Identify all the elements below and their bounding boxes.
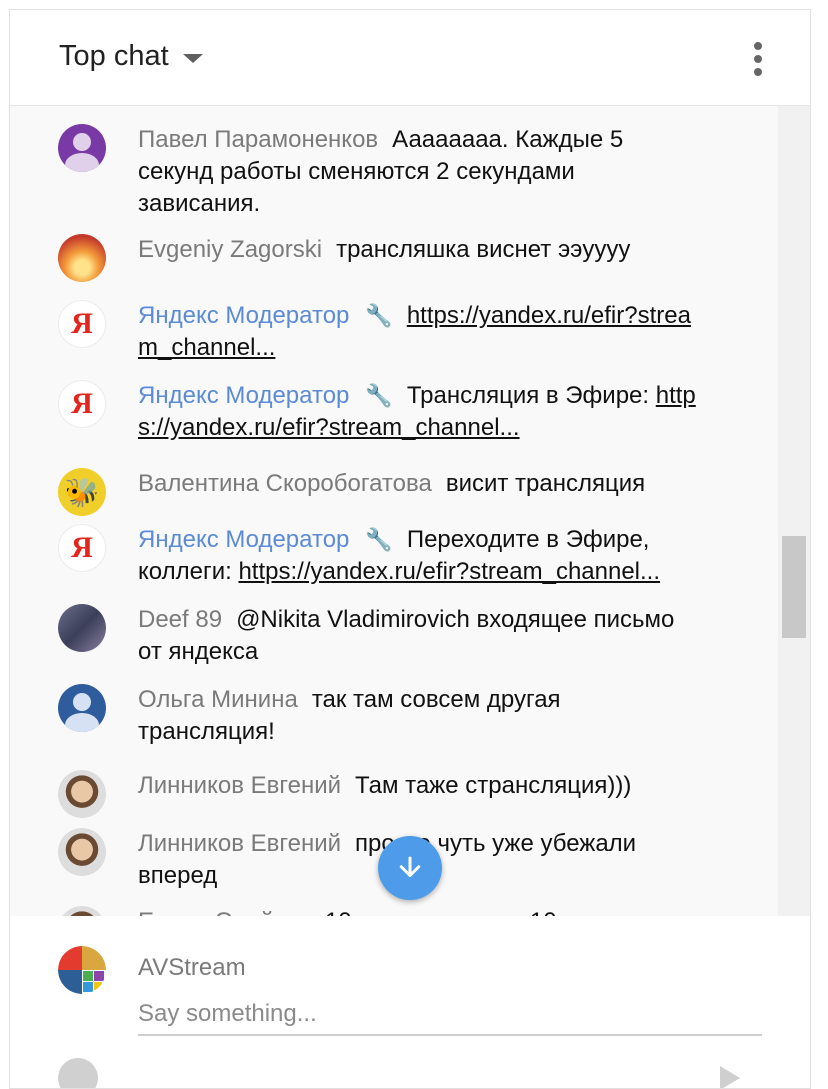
message-text: Линников Евгений Там таже странсляция))) [138, 770, 698, 802]
composer-author: AVStream [138, 954, 246, 981]
message-text: Ольга Минина так там совсем другая трансл… [138, 684, 698, 748]
avatar[interactable] [58, 684, 106, 732]
avatar[interactable] [58, 234, 106, 282]
list-item: Ольга Минина так там совсем другая трансл… [58, 684, 698, 748]
yandex-logo: Я [71, 387, 93, 420]
scrollbar[interactable] [778, 106, 810, 916]
list-item: Evgeniy Zagorski трансляшка виснет ээуууу [58, 234, 698, 282]
list-item: Я Яндекс Модератор 🔧 https://yandex.ru/efi… [58, 300, 698, 364]
message-author[interactable]: Яндекс Модератор [138, 302, 349, 329]
list-item: Я Яндекс Модератор 🔧 Переходите в Эфире, к… [58, 524, 698, 588]
chat-message-input[interactable] [138, 994, 762, 1036]
message-body: Трансляция в Эфире: [406, 382, 656, 409]
scroll-to-bottom-button[interactable] [378, 836, 442, 900]
message-body: трансляшка виснет ээуууу [336, 236, 631, 263]
message-text: Елена Олейник 10 сек слушаешь, 10 сек [138, 906, 698, 916]
message-text: Deef 89 @Nikita Vladimirovich входящее пи… [138, 604, 698, 668]
message-author[interactable]: Deef 89 [138, 606, 222, 633]
avatar[interactable]: 🐝 [58, 468, 106, 516]
caret-down-icon [182, 54, 203, 63]
scrollbar-thumb[interactable] [782, 536, 806, 638]
message-text: Яндекс Модератор 🔧 https://yandex.ru/efir?… [138, 300, 698, 364]
list-item: Павел Парамоненков Ааааааaа. Каждые 5 сек… [58, 124, 698, 220]
send-icon[interactable] [720, 1066, 740, 1088]
message-list[interactable]: Павел Парамоненков Ааааааaа. Каждые 5 сек… [10, 106, 810, 916]
message-author[interactable]: Линников Евгений [138, 830, 341, 857]
arrow-down-icon [399, 856, 421, 877]
message-text: Яндекс Модератор 🔧 Переходите в Эфире, кол… [138, 524, 698, 588]
avatar[interactable] [58, 828, 106, 876]
message-composer: AVStream [10, 916, 810, 1088]
message-text: Яндекс Модератор 🔧 Трансляция в Эфире: htt… [138, 380, 698, 444]
message-link[interactable]: https://yandex.ru/efir?stream_channel... [238, 558, 660, 585]
message-text: Валентина Скоробогатова висит трансляция [138, 468, 698, 500]
message-body: 10 сек слушаешь, 10 сек [325, 908, 599, 916]
message-body: Там таже странсляция))) [355, 772, 632, 799]
wrench-icon: 🔧 [365, 383, 393, 408]
message-author[interactable]: Ольга Минина [138, 686, 298, 713]
avatar[interactable]: Я [58, 524, 106, 572]
emoji-icon[interactable] [58, 1058, 98, 1088]
message-author[interactable]: Елена Олейник [138, 908, 311, 916]
message-author[interactable]: Павел Парамоненков [138, 126, 378, 153]
yandex-logo: Я [71, 531, 93, 564]
chat-mode-label: Top chat [59, 40, 169, 72]
message-text: Evgeniy Zagorski трансляшка виснет ээуууу [138, 234, 698, 266]
list-item: Deef 89 @Nikita Vladimirovich входящее пи… [58, 604, 698, 668]
avatar[interactable] [58, 604, 106, 652]
avatar[interactable] [58, 770, 106, 818]
list-item: Елена Олейник 10 сек слушаешь, 10 сек [58, 906, 698, 916]
list-item: Я Яндекс Модератор 🔧 Трансляция в Эфире: h… [58, 380, 698, 444]
chat-header: Top chat [10, 10, 810, 106]
avatar[interactable] [58, 906, 106, 916]
wrench-icon: 🔧 [365, 527, 393, 552]
more-vert-icon[interactable] [752, 42, 764, 76]
avatar[interactable]: Я [58, 380, 106, 428]
message-author[interactable]: Линников Евгений [138, 772, 341, 799]
yandex-logo: Я [71, 307, 93, 340]
avatar[interactable] [58, 946, 106, 994]
message-body: висит трансляция [445, 470, 646, 497]
message-author[interactable]: Яндекс Модератор [138, 526, 349, 553]
message-author[interactable]: Evgeniy Zagorski [138, 236, 322, 263]
chat-mode-dropdown[interactable]: Top chat [59, 40, 203, 73]
message-author[interactable]: Яндекс Модератор [138, 382, 349, 409]
avatar[interactable] [58, 124, 106, 172]
message-text: Павел Парамоненков Ааааааaа. Каждые 5 сек… [138, 124, 698, 220]
list-item: 🐝 Валентина Скоробогатова висит трансляци… [58, 468, 698, 516]
message-author[interactable]: Валентина Скоробогатова [138, 470, 432, 497]
wrench-icon: 🔧 [365, 303, 393, 328]
list-item: Линников Евгений Там таже странсляция))) [58, 770, 698, 818]
live-chat-panel: Top chat Павел Парамоненков Ааааааaа. Каж… [9, 9, 811, 1089]
avatar[interactable]: Я [58, 300, 106, 348]
avstream-logo [58, 946, 106, 994]
